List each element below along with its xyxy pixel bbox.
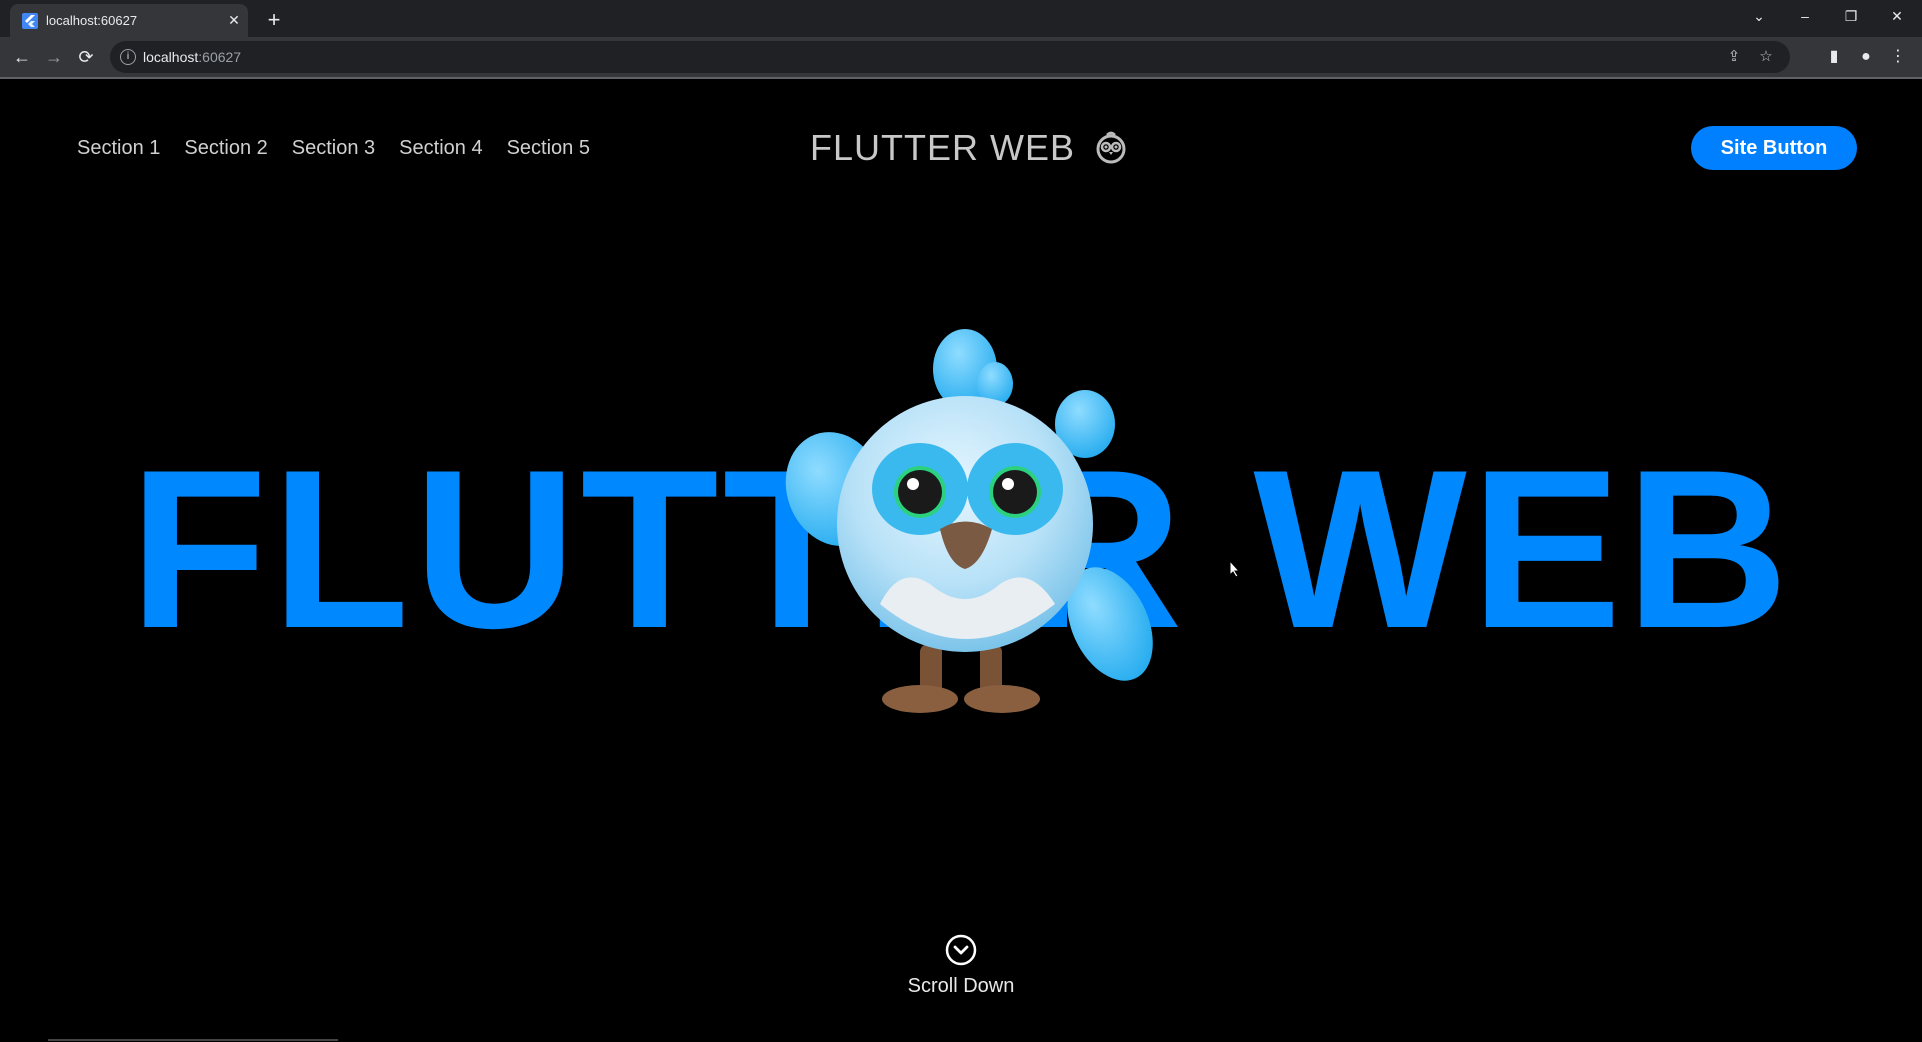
flutter-favicon-icon: [22, 13, 38, 29]
browser-chrome: localhost:60627 ✕ + ⌄ – ❐ ✕ ← → ⟳ i loca…: [0, 0, 1922, 79]
brand[interactable]: FLUTTER WEB: [810, 127, 1129, 169]
browser-tab[interactable]: localhost:60627 ✕: [10, 4, 248, 37]
nav-link-section-1[interactable]: Section 1: [77, 137, 160, 160]
back-arrow-icon[interactable]: ←: [8, 43, 36, 71]
tab-strip: localhost:60627 ✕ + ⌄ – ❐ ✕: [0, 0, 1922, 37]
site-info-icon[interactable]: i: [120, 49, 136, 65]
scroll-down[interactable]: Scroll Down: [0, 934, 1922, 998]
nav-link-section-5[interactable]: Section 5: [507, 137, 590, 160]
new-tab-button[interactable]: +: [260, 7, 288, 35]
reload-icon[interactable]: ⟳: [72, 43, 100, 71]
bookmark-star-icon[interactable]: ☆: [1756, 47, 1776, 67]
profile-avatar-icon[interactable]: ●: [1852, 43, 1880, 71]
share-icon[interactable]: ⇪: [1724, 47, 1744, 67]
web-page: Section 1 Section 2 Section 3 Section 4 …: [0, 79, 1922, 1042]
close-window-button[interactable]: ✕: [1874, 0, 1920, 32]
tab-search-icon[interactable]: ⌄: [1736, 0, 1782, 32]
side-panel-icon[interactable]: ▮: [1820, 43, 1848, 71]
restore-button[interactable]: ❐: [1828, 0, 1874, 32]
nav-link-section-4[interactable]: Section 4: [399, 137, 482, 160]
scroll-down-label: Scroll Down: [907, 975, 1015, 997]
dash-bird-mascot-image: [785, 329, 1153, 713]
address-url: localhost:60627: [143, 49, 242, 65]
site-button[interactable]: Site Button: [1691, 126, 1857, 170]
menu-dots-icon[interactable]: ⋮: [1884, 43, 1912, 71]
forward-arrow-icon[interactable]: →: [40, 43, 68, 71]
section-nav: Section 1 Section 2 Section 3 Section 4 …: [77, 137, 590, 160]
chevron-down-circle-icon: [945, 934, 977, 966]
tab-close-icon[interactable]: ✕: [224, 10, 244, 30]
browser-toolbar: ← → ⟳ i localhost:60627 ☆ ⇪ ▮ ● ⋮: [0, 37, 1922, 77]
mouse-cursor-icon: [1229, 560, 1241, 578]
minimize-button[interactable]: –: [1782, 0, 1828, 32]
brand-title: FLUTTER WEB: [810, 127, 1076, 168]
address-bar[interactable]: i localhost:60627 ☆ ⇪: [110, 41, 1790, 73]
nav-link-section-3[interactable]: Section 3: [292, 137, 375, 160]
bottom-divider: [48, 1039, 338, 1041]
tab-title: localhost:60627: [46, 13, 138, 28]
dash-mascot-logo-icon: [1096, 131, 1126, 164]
nav-link-section-2[interactable]: Section 2: [184, 137, 267, 160]
